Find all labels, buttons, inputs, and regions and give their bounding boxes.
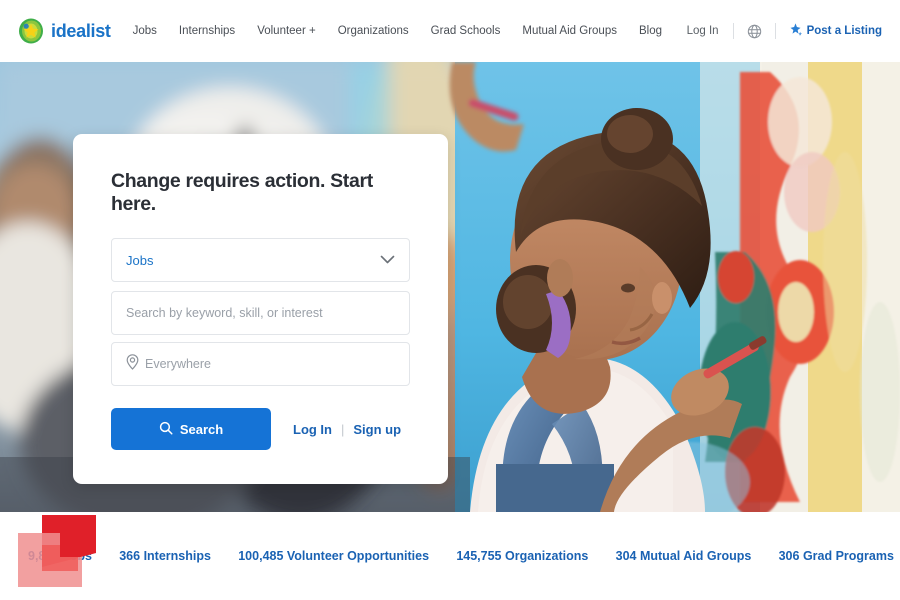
stat-volunteer-opportunities[interactable]: 100,485 Volunteer Opportunities	[238, 549, 429, 563]
stat-internships[interactable]: 366 Internships	[119, 549, 211, 563]
keyword-field[interactable]	[111, 291, 410, 335]
sparkle-star-icon	[789, 23, 802, 39]
nav-item-blog[interactable]: Blog	[639, 25, 662, 37]
nav-item-mutual-aid-groups[interactable]: Mutual Aid Groups	[522, 25, 617, 37]
nav-item-grad-schools[interactable]: Grad Schools	[431, 25, 501, 37]
map-pin-icon	[126, 353, 139, 375]
card-signup-link[interactable]: Sign up	[353, 422, 401, 437]
stats-bar: 9,828 Jobs 366 Internships 100,485 Volun…	[0, 512, 900, 600]
primary-nav: Jobs Internships Volunteer + Organizatio…	[133, 25, 687, 37]
hero-section: Change requires action. Start here. Jobs	[0, 62, 900, 512]
brand-name: idealist	[51, 20, 111, 41]
auth-separator: |	[341, 421, 345, 437]
nav-item-organizations[interactable]: Organizations	[338, 25, 409, 37]
header-actions: Log In Post a Listing	[687, 23, 882, 39]
post-listing-label: Post a Listing	[806, 25, 882, 37]
chevron-down-icon	[380, 251, 395, 269]
category-select-value: Jobs	[126, 252, 154, 268]
nav-item-jobs[interactable]: Jobs	[133, 25, 157, 37]
stat-jobs[interactable]: 9,828 Jobs	[28, 549, 92, 563]
search-card: Change requires action. Start here. Jobs	[73, 134, 448, 484]
stat-grad-programs[interactable]: 306 Grad Programs	[779, 549, 894, 563]
idealist-blob-logo-icon	[18, 18, 44, 44]
nav-item-volunteer[interactable]: Volunteer +	[257, 25, 316, 37]
search-card-title: Change requires action. Start here.	[111, 170, 373, 215]
category-select[interactable]: Jobs	[111, 238, 410, 282]
brand-logo[interactable]: idealist	[18, 18, 111, 44]
search-icon	[159, 421, 173, 438]
location-field[interactable]	[111, 342, 410, 386]
globe-icon[interactable]	[734, 24, 775, 39]
search-button-label: Search	[179, 421, 224, 437]
search-location-input[interactable]	[145, 357, 395, 371]
stats-list: 9,828 Jobs 366 Internships 100,485 Volun…	[18, 549, 900, 563]
stat-organizations[interactable]: 145,755 Organizations	[456, 549, 588, 563]
search-keyword-input[interactable]	[126, 306, 395, 320]
nav-item-internships[interactable]: Internships	[179, 25, 235, 37]
search-actions: Search Log In | Sign up	[111, 408, 410, 450]
stat-mutual-aid-groups[interactable]: 304 Mutual Aid Groups	[616, 549, 752, 563]
post-listing-button[interactable]: Post a Listing	[776, 23, 882, 39]
card-auth-links: Log In | Sign up	[293, 422, 401, 437]
header-login-link[interactable]: Log In	[687, 25, 733, 37]
search-button[interactable]: Search	[111, 408, 271, 450]
site-header: idealist Jobs Internships Volunteer + Or…	[0, 0, 900, 62]
card-login-link[interactable]: Log In	[293, 422, 332, 437]
